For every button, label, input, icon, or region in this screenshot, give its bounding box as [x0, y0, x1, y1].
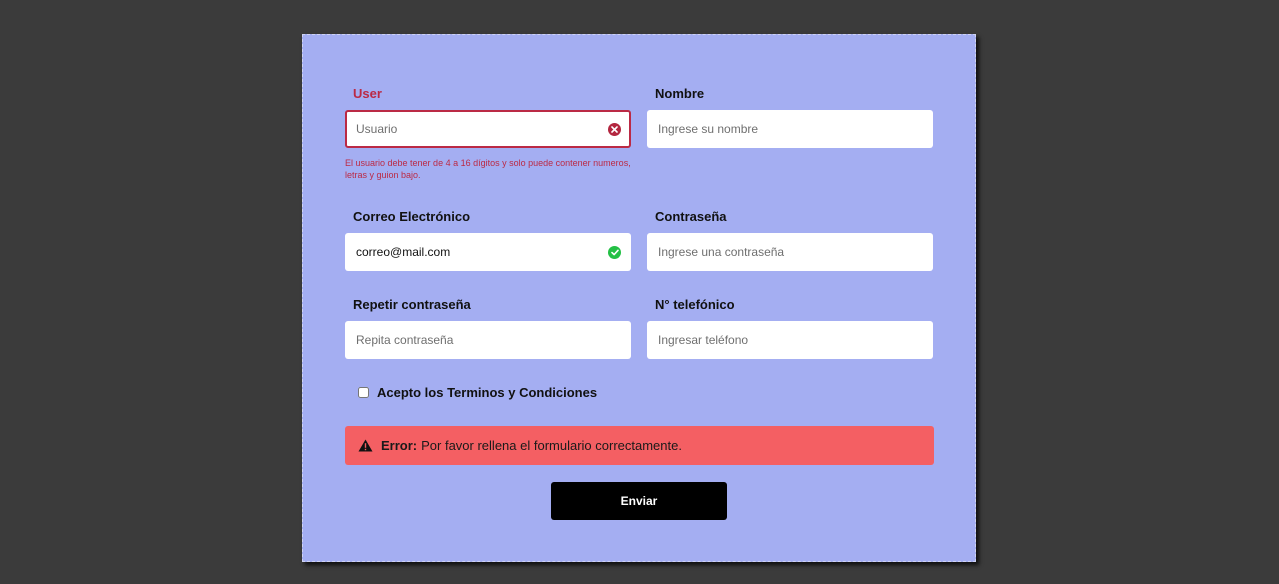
user-field-group: User: [345, 85, 631, 103]
user-error-message: El usuario debe tener de 4 a 16 dígitos …: [345, 158, 631, 180]
user-input-wrapper: [345, 110, 631, 148]
telefono-field-group: N° telefónico: [647, 296, 933, 314]
warning-triangle-icon: [358, 439, 373, 452]
telefono-input-wrapper: [647, 321, 933, 359]
password2-field-group: Repetir contraseña: [345, 296, 631, 314]
terms-row[interactable]: Acepto los Terminos y Condiciones: [358, 385, 597, 400]
user-label: User: [353, 86, 382, 101]
user-input[interactable]: [347, 112, 629, 146]
alert-title: Error:: [381, 438, 418, 453]
submit-button[interactable]: Enviar: [551, 482, 727, 520]
password2-label: Repetir contraseña: [353, 297, 471, 312]
password2-input-wrapper: [345, 321, 631, 359]
telefono-input[interactable]: [649, 323, 931, 357]
terms-checkbox[interactable]: [358, 387, 369, 398]
password-input[interactable]: [649, 235, 931, 269]
times-circle-icon: [608, 123, 621, 136]
nombre-input[interactable]: [649, 112, 931, 146]
password-field-group: Contraseña: [647, 208, 933, 226]
form-error-alert: Error: Por favor rellena el formulario c…: [345, 426, 934, 465]
telefono-label: N° telefónico: [655, 297, 735, 312]
correo-field-group: Correo Electrónico: [345, 208, 631, 226]
check-circle-icon: [608, 246, 621, 259]
correo-input-wrapper: [345, 233, 631, 271]
nombre-input-wrapper: [647, 110, 933, 148]
correo-input[interactable]: [347, 235, 629, 269]
password2-input[interactable]: [347, 323, 629, 357]
terms-label: Acepto los Terminos y Condiciones: [377, 385, 598, 400]
registration-form: User El usuario debe tener de 4 a 16 díg…: [302, 34, 976, 562]
alert-message: Por favor rellena el formulario correcta…: [421, 438, 682, 453]
nombre-label: Nombre: [655, 86, 705, 101]
password-label: Contraseña: [655, 209, 727, 224]
nombre-field-group: Nombre: [647, 85, 933, 103]
correo-label: Correo Electrónico: [353, 209, 471, 224]
password-input-wrapper: [647, 233, 933, 271]
